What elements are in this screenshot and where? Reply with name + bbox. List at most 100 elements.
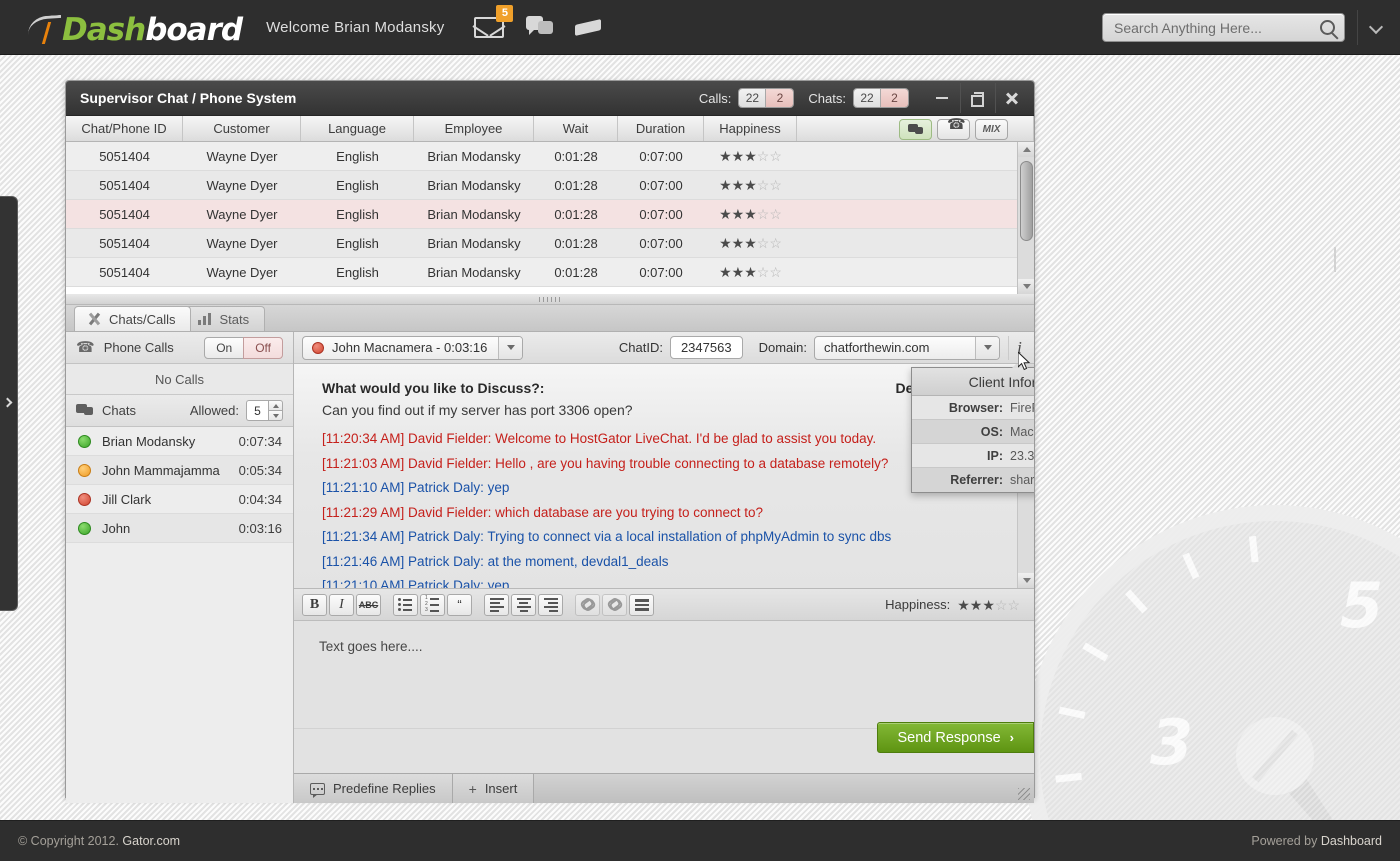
domain-selector[interactable]: chatforthewin.com (814, 335, 1000, 360)
calls-label: Calls: (698, 90, 732, 106)
chatid-value[interactable]: 2347563 (669, 336, 743, 359)
cell-id: 5051404 (99, 235, 150, 251)
blockquote-button[interactable]: “ (447, 593, 472, 616)
column-header-employee[interactable]: Employee (414, 116, 534, 141)
chat-list-item[interactable]: Jill Clark 0:04:34 (66, 485, 293, 514)
table-row[interactable]: 5051404 Wayne Dyer English Brian Modansky 0:… (66, 142, 1034, 171)
mix-view-button[interactable]: MIX (975, 119, 1008, 140)
status-dot (78, 463, 91, 477)
allowed-value[interactable]: 5 (246, 400, 268, 421)
close-button[interactable] (995, 83, 1028, 113)
scroll-thumb[interactable] (1020, 161, 1033, 241)
transcript-line: [11:21:03 AM] David Fielder: Hello , are… (322, 455, 889, 471)
predefine-replies-button[interactable]: Predefine Replies (294, 774, 453, 803)
phone-view-button[interactable] (937, 117, 970, 140)
chat-list-item[interactable]: John 0:03:16 (66, 514, 293, 543)
cell-wait: 0:01:28 (554, 148, 598, 164)
calls-counter: Calls: 22 2 (699, 88, 795, 108)
powered-brand[interactable]: Dashboard (1321, 834, 1382, 848)
tag-icon[interactable] (575, 19, 603, 36)
bold-button[interactable]: B (302, 593, 327, 616)
happiness-rating: Happiness: ★★★☆☆ (885, 597, 1020, 612)
status-dot (78, 492, 91, 506)
tab-chats-calls[interactable]: Chats/Calls (74, 306, 192, 331)
search-icon[interactable] (1320, 20, 1335, 35)
table-row[interactable]: 5051404 Wayne Dyer English Brian Modansky 0:… (66, 229, 1034, 258)
align-right-button[interactable] (538, 593, 563, 616)
transcript-line: [11:21:10 AM] Patrick Daly: yep (322, 480, 510, 495)
stepper-down-button[interactable] (268, 410, 283, 421)
scroll-down-button[interactable] (1018, 573, 1034, 588)
column-header-happiness[interactable]: Happiness (704, 116, 797, 141)
page-footer: © Copyright 2012. Gator.com Powered by D… (0, 820, 1400, 861)
send-row: Send Response › (294, 722, 1034, 773)
restore-button[interactable] (960, 83, 993, 113)
unlink-icon (608, 598, 622, 611)
column-header-duration[interactable]: Duration (618, 116, 704, 141)
search-box[interactable] (1102, 13, 1345, 42)
stepper-up-button[interactable] (268, 400, 283, 410)
chat-list-item[interactable]: John Mammajamma 0:05:34 (66, 456, 293, 485)
phone-calls-label: Phone Calls (103, 340, 174, 355)
popup-title: Client Information (912, 368, 1034, 396)
right-edge-handle[interactable] (1334, 247, 1336, 272)
happiness-stars[interactable]: ★★★☆☆ (957, 598, 1020, 612)
window-resize-grip[interactable] (1018, 788, 1030, 800)
insert-button[interactable]: + Insert (452, 774, 535, 803)
unlink-button[interactable] (602, 593, 627, 616)
italic-button[interactable]: I (329, 593, 354, 616)
column-header-chat-phone-id[interactable]: Chat/Phone ID (66, 116, 183, 141)
editor-toolbar: B I ABC 123 “ Happiness: ★★★☆☆ (294, 589, 1034, 621)
column-header-wait[interactable]: Wait (534, 116, 618, 141)
cell-employee: Brian Modansky (427, 264, 521, 280)
table-row[interactable]: 5051404 Wayne Dyer English Brian Modansky 0:… (66, 171, 1034, 200)
active-chat-selector[interactable]: John Macnamera - 0:03:16 (302, 335, 524, 360)
numbered-list-button[interactable]: 123 (420, 593, 445, 616)
gauge-watermark: 5 3 (1040, 521, 1400, 861)
scroll-up-button[interactable] (1018, 142, 1034, 157)
column-header-customer[interactable]: Customer (183, 116, 301, 141)
cell-id: 5051404 (99, 264, 150, 280)
table-row[interactable]: 5051404 Wayne Dyer English Brian Modansky 0:… (66, 258, 1034, 287)
align-left-button[interactable] (484, 593, 509, 616)
allowed-stepper[interactable]: 5 (246, 400, 283, 421)
chat-view-button[interactable] (899, 119, 932, 140)
send-response-button[interactable]: Send Response › (877, 722, 1034, 753)
tab-stats[interactable]: Stats (185, 306, 266, 331)
chatid-label: ChatID: (618, 340, 663, 355)
copyright-brand[interactable]: Gator.com (122, 834, 180, 848)
editor-bottom-bar: Predefine Replies + Insert (294, 773, 1034, 803)
envelope-icon[interactable]: 5 (472, 4, 514, 38)
reply-textarea[interactable]: Text goes here.... (294, 621, 1034, 729)
strikethrough-button[interactable]: ABC (356, 593, 381, 616)
cell-employee: Brian Modansky (427, 148, 521, 164)
app-logo[interactable]: Dashboard (28, 7, 243, 47)
search-input[interactable] (1114, 19, 1320, 36)
phone-calls-header: ☎ Phone Calls On Off (66, 332, 293, 364)
window-controls (925, 83, 1028, 113)
table-row[interactable]: 5051404 Wayne Dyer English Brian Modansky 0:… (66, 200, 1034, 229)
chat-list-item[interactable]: Brian Modansky 0:07:34 (66, 427, 293, 456)
chevron-down-icon[interactable] (975, 336, 999, 359)
powered-by-text: Powered by Dashboard (1251, 834, 1382, 848)
link-button[interactable] (575, 593, 600, 616)
horizontal-rule-button[interactable] (629, 593, 654, 616)
chat-name: John Mammajamma (102, 462, 220, 478)
phone-calls-on-button[interactable]: On (204, 336, 245, 359)
scroll-down-button[interactable] (1018, 279, 1034, 294)
transcript-line: [11:20:34 AM] David Fielder: Welcome to … (322, 431, 877, 446)
table-resize-handle[interactable] (66, 294, 1034, 305)
phone-calls-off-button[interactable]: Off (243, 336, 283, 359)
minimize-button[interactable] (925, 83, 958, 113)
bullet-list-button[interactable] (393, 593, 418, 616)
cell-language: English (336, 235, 379, 251)
column-header-language[interactable]: Language (301, 116, 414, 141)
chat-list: Brian Modansky 0:07:34 John Mammajamma 0:05… (66, 427, 293, 543)
table-scrollbar[interactable] (1017, 142, 1034, 294)
chat-bubbles-icon[interactable] (526, 16, 554, 38)
tabs-row: Chats/Calls Stats (66, 305, 1034, 332)
align-center-button[interactable] (511, 593, 536, 616)
left-drawer-toggle[interactable] (0, 196, 18, 611)
chevron-down-icon[interactable] (1370, 20, 1384, 34)
chevron-down-icon[interactable] (498, 336, 523, 359)
